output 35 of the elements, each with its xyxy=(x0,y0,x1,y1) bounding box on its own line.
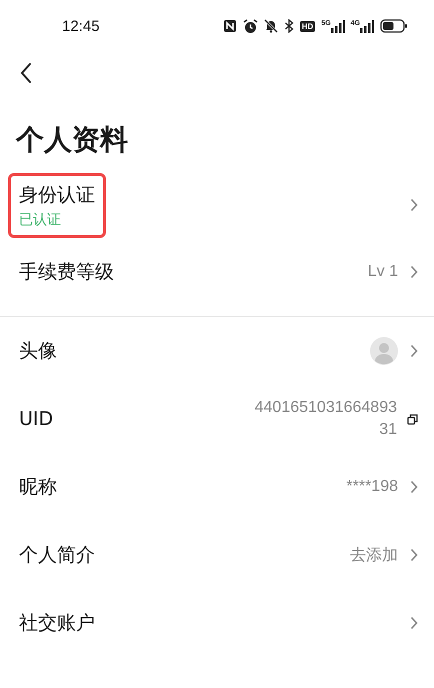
chevron-icon xyxy=(410,344,418,358)
row-value: ****198 xyxy=(346,478,398,496)
nfc-icon xyxy=(222,19,237,33)
page-title: 个人资料 xyxy=(16,122,128,158)
uid-value: 440165103166489331 xyxy=(254,398,397,440)
chevron-icon xyxy=(410,198,418,212)
settings-row[interactable]: 身份认证 已认证 xyxy=(0,172,434,238)
settings-row[interactable]: 个人简介 去添加 xyxy=(0,521,434,589)
settings-row[interactable]: 头像 xyxy=(0,317,434,385)
verified-status: 已认证 xyxy=(19,210,61,228)
chevron-icon xyxy=(410,480,418,494)
row-label: 社交账户 xyxy=(19,611,95,636)
settings-row[interactable]: 手续费等级 Lv 1 xyxy=(0,238,434,306)
row-label: 身份认证 xyxy=(19,182,95,208)
settings-row[interactable]: 社交账户 xyxy=(0,589,434,657)
chevron-icon xyxy=(410,616,418,630)
settings-row[interactable]: 昵称 ****198 xyxy=(0,453,434,521)
alarm-icon xyxy=(242,18,258,34)
row-label: 昵称 xyxy=(19,475,57,500)
copy-icon[interactable] xyxy=(407,414,418,424)
hd-voice-badge: HD xyxy=(300,20,316,32)
chevron-icon xyxy=(410,265,418,279)
muted-bell-icon xyxy=(264,19,278,33)
settings-row[interactable]: UID 440165103166489331 xyxy=(0,385,434,453)
bluetooth-icon xyxy=(284,19,294,33)
battery-icon xyxy=(380,19,408,33)
chevron-icon xyxy=(410,548,418,562)
row-label: 头像 xyxy=(19,339,57,364)
status-time: 12:45 xyxy=(62,18,100,34)
row-value: 去添加 xyxy=(350,546,398,566)
row-label: 手续费等级 xyxy=(19,260,114,285)
avatar-icon xyxy=(370,337,398,365)
row-label: UID xyxy=(19,408,54,430)
row-value: Lv 1 xyxy=(368,263,398,281)
row-label: 个人简介 xyxy=(19,543,95,568)
